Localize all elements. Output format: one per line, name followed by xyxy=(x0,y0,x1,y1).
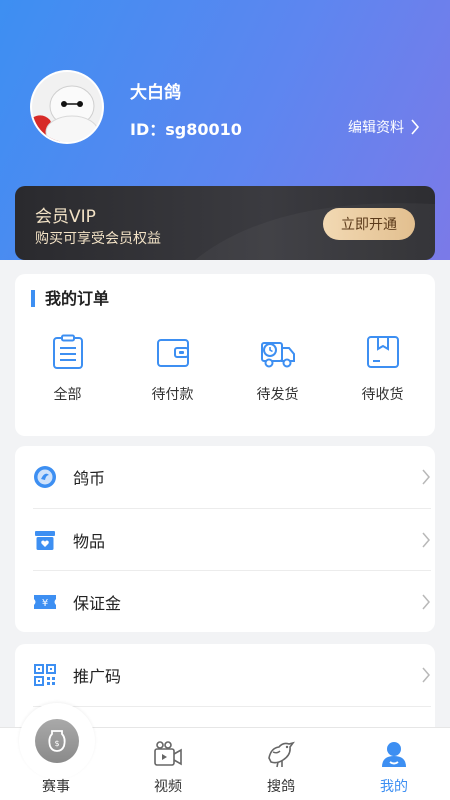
item-box-icon xyxy=(33,528,57,552)
vip-title: 会员VIP xyxy=(35,207,96,227)
order-label-pending-payment: 待付款 xyxy=(151,387,194,403)
tab-label-search-pigeon: 搜鸽 xyxy=(267,779,295,795)
order-label-all: 全部 xyxy=(53,387,82,403)
vip-open-button[interactable]: 立即开通 xyxy=(323,208,415,240)
edit-profile-link[interactable]: 编辑资料 xyxy=(348,117,420,137)
chevron-right-icon xyxy=(422,594,430,610)
avatar[interactable] xyxy=(30,70,104,144)
menu-label-coins: 鸽币 xyxy=(73,469,106,488)
vip-description: 购买可享受会员权益 xyxy=(35,231,161,247)
user-icon xyxy=(382,742,406,767)
video-icon xyxy=(154,741,182,766)
vip-card: 会员VIP 购买可享受会员权益 立即开通 xyxy=(15,186,435,260)
tab-label-mine: 我的 xyxy=(380,779,408,795)
trophy-icon: $ xyxy=(35,719,79,763)
menu-item-coins[interactable]: 鸽币 xyxy=(33,446,431,508)
menu-label-items: 物品 xyxy=(73,532,106,551)
chevron-right-icon xyxy=(422,469,430,485)
pigeon-icon xyxy=(268,741,295,768)
order-item-all[interactable]: 全部 xyxy=(15,334,120,404)
order-item-pending-shipment[interactable]: 待发货 xyxy=(225,334,330,404)
order-item-pending-receipt[interactable]: 待收货 xyxy=(330,334,435,404)
menu-item-items[interactable]: 物品 xyxy=(33,509,431,571)
order-item-pending-payment[interactable]: 待付款 xyxy=(120,334,225,404)
tab-label-events: 赛事 xyxy=(42,779,70,795)
events-tab-bubble[interactable]: $ xyxy=(19,703,95,779)
edit-profile-label: 编辑资料 xyxy=(348,120,404,136)
order-label-pending-receipt: 待收货 xyxy=(361,387,404,403)
menu-label-deposit: 保证金 xyxy=(73,594,122,613)
orders-card: 我的订单 全部 待付款 待发货 待收货 xyxy=(15,274,435,436)
menu-card-primary: 鸽币 物品 ¥ 保证金 xyxy=(15,446,435,632)
svg-text:¥: ¥ xyxy=(42,598,48,609)
clipboard-icon xyxy=(52,334,83,369)
tab-video[interactable]: 视频 xyxy=(112,728,224,800)
menu-item-deposit[interactable]: ¥ 保证金 xyxy=(33,571,431,633)
user-name: 大白鸽 xyxy=(130,83,181,103)
order-label-pending-shipment: 待发货 xyxy=(256,387,299,403)
wallet-icon xyxy=(156,339,189,367)
chevron-right-icon xyxy=(422,532,430,548)
truck-icon xyxy=(260,342,295,368)
divider xyxy=(33,706,431,707)
user-id: ID：sg80010 xyxy=(130,120,242,139)
chevron-right-icon xyxy=(411,119,420,135)
menu-item-promo-code[interactable]: 推广码 xyxy=(33,644,431,706)
tab-mine[interactable]: 我的 xyxy=(338,728,450,800)
tab-search-pigeon[interactable]: 搜鸽 xyxy=(225,728,337,800)
orders-title: 我的订单 xyxy=(31,290,109,307)
svg-text:$: $ xyxy=(54,739,59,748)
coin-icon xyxy=(33,465,57,489)
ticket-icon: ¥ xyxy=(33,590,57,614)
tab-label-video: 视频 xyxy=(154,779,182,795)
menu-label-promo-code: 推广码 xyxy=(73,667,122,686)
box-icon xyxy=(366,336,399,368)
chevron-right-icon xyxy=(422,667,430,683)
qrcode-icon xyxy=(33,663,57,687)
